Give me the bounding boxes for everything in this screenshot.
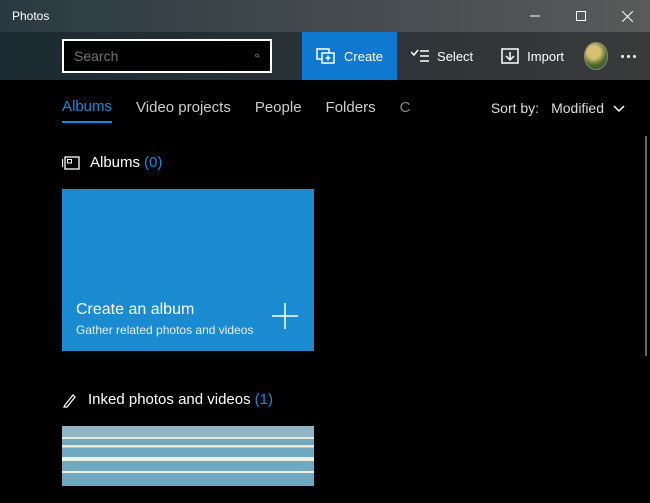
create-icon bbox=[316, 47, 336, 65]
maximize-icon bbox=[576, 11, 586, 21]
sort-label: Sort by: bbox=[491, 100, 539, 116]
minimize-button[interactable] bbox=[512, 0, 558, 32]
create-album-tile[interactable]: Create an album Gather related photos an… bbox=[62, 189, 314, 351]
create-album-title: Create an album bbox=[76, 301, 300, 319]
inked-count: (1) bbox=[255, 391, 273, 408]
sort-area: Sort by: Modified bbox=[491, 100, 626, 116]
window-title: Photos bbox=[12, 9, 512, 23]
tab-video-projects[interactable]: Video projects bbox=[136, 93, 231, 122]
maximize-button[interactable] bbox=[558, 0, 604, 32]
chevron-down-icon bbox=[612, 101, 626, 115]
create-label: Create bbox=[344, 49, 383, 64]
plus-icon bbox=[270, 301, 300, 331]
albums-count: (0) bbox=[144, 154, 162, 171]
tabs-row: Albums Video projects People Folders C S… bbox=[0, 80, 650, 136]
select-button[interactable]: Select bbox=[397, 32, 487, 80]
import-label: Import bbox=[527, 49, 564, 64]
toolbar: Create Select Import bbox=[0, 32, 650, 80]
create-album-subtitle: Gather related photos and videos bbox=[76, 323, 300, 337]
sort-value: Modified bbox=[551, 100, 604, 116]
content-area: Albums (0) Create an album Gather relate… bbox=[0, 136, 650, 503]
inked-section-label: Inked photos and videos bbox=[88, 391, 251, 408]
window-controls bbox=[512, 0, 650, 32]
sort-dropdown[interactable]: Modified bbox=[551, 100, 626, 116]
search-box[interactable] bbox=[62, 39, 272, 73]
pen-icon bbox=[62, 392, 78, 408]
inked-thumbnail[interactable] bbox=[62, 426, 314, 486]
inked-section-header[interactable]: Inked photos and videos (1) bbox=[62, 391, 650, 408]
import-button[interactable]: Import bbox=[487, 32, 578, 80]
select-label: Select bbox=[437, 49, 473, 64]
more-button[interactable] bbox=[614, 55, 642, 58]
import-icon bbox=[501, 48, 519, 64]
close-icon bbox=[622, 11, 633, 22]
tab-people[interactable]: People bbox=[255, 93, 302, 122]
create-button[interactable]: Create bbox=[302, 32, 397, 80]
tab-folders[interactable]: Folders bbox=[326, 93, 376, 122]
albums-section-header[interactable]: Albums (0) bbox=[62, 154, 650, 171]
select-icon bbox=[411, 49, 429, 63]
scrollbar[interactable] bbox=[645, 136, 647, 356]
search-input[interactable] bbox=[74, 48, 255, 64]
albums-icon bbox=[62, 156, 80, 170]
user-avatar[interactable] bbox=[584, 42, 608, 70]
albums-section-label: Albums bbox=[90, 154, 140, 171]
minimize-icon bbox=[530, 11, 540, 21]
tab-overflow[interactable]: C bbox=[400, 93, 411, 122]
tab-albums[interactable]: Albums bbox=[62, 92, 112, 123]
title-bar: Photos bbox=[0, 0, 650, 32]
search-icon bbox=[255, 47, 260, 65]
more-icon bbox=[621, 55, 624, 58]
close-button[interactable] bbox=[604, 0, 650, 32]
